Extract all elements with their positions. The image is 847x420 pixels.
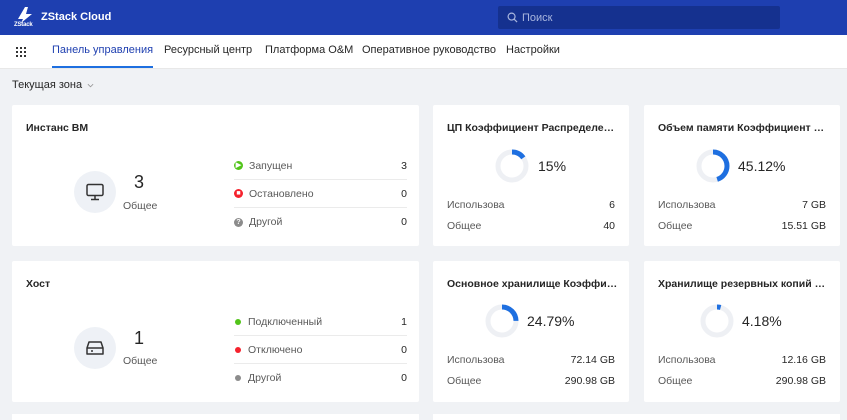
status-label: Другой: [248, 372, 282, 384]
next-card-edge: [433, 414, 840, 420]
used-label: Использова: [658, 354, 716, 366]
status-value: 3: [401, 159, 407, 172]
card-title: ЦП Коэффициент Распределения: [447, 122, 619, 134]
cpu-used-row: Использова 6: [447, 199, 615, 211]
memory-total-row: Общее 15.51 GB: [658, 220, 826, 232]
other-dot-icon: [235, 375, 241, 381]
status-row-other[interactable]: ? Другой 0: [234, 208, 407, 236]
memory-percent: 45.12%: [738, 158, 786, 174]
used-label: Использова: [447, 199, 505, 211]
memory-usage-ring: [696, 149, 730, 183]
vm-icon-circle: [74, 171, 116, 213]
connected-dot-icon: [235, 318, 241, 325]
search-input[interactable]: [522, 11, 772, 24]
host-total-label: Общее: [123, 355, 158, 367]
used-label: Использова: [447, 354, 505, 366]
status-label: Другой: [249, 216, 283, 228]
total-label: Общее: [447, 220, 482, 232]
primary-storage-total-row: Общее 290.98 GB: [447, 375, 615, 387]
vm-instance-card[interactable]: Инстанс ВМ 3 Общее ▶ Запущен 3 ■ Остановле…: [12, 105, 419, 246]
primary-storage-card[interactable]: Основное хранилище Коэффиц... 24.79% Исп…: [433, 261, 629, 402]
nav-tab-settings[interactable]: Настройки: [506, 35, 560, 68]
total-value: 15.51 GB: [781, 220, 826, 232]
backup-storage-total-row: Общее 290.98 GB: [658, 375, 826, 387]
chevron-down-icon: [87, 83, 94, 87]
backup-storage-percent: 4.18%: [742, 313, 782, 329]
primary-storage-used-row: Использова 72.14 GB: [447, 354, 615, 366]
status-label: Отключено: [248, 343, 303, 356]
backup-storage-used-row: Использова 12.16 GB: [658, 354, 826, 366]
status-value: 0: [401, 216, 407, 228]
total-value: 40: [603, 220, 615, 232]
card-title: Хранилище резервных копий И...: [658, 278, 830, 290]
memory-allocation-card[interactable]: Объем памяти Коэффициент Ра... 45.12% Ис…: [644, 105, 840, 246]
status-label: Остановлено: [249, 187, 314, 200]
status-label: Запущен: [249, 159, 293, 172]
status-row-disconnected[interactable]: Отключено 0: [234, 336, 407, 364]
used-value: 72.14 GB: [570, 354, 615, 366]
primary-storage-usage-ring: [485, 304, 519, 338]
zone-selector[interactable]: Текущая зона: [12, 79, 94, 91]
nav-tab-platform-om[interactable]: Платформа O&M: [265, 35, 353, 68]
total-label: Общее: [658, 375, 693, 387]
apps-grid-icon[interactable]: [15, 46, 27, 58]
status-value: 1: [401, 315, 407, 328]
total-value: 290.98 GB: [564, 375, 615, 387]
used-label: Использова: [658, 199, 716, 211]
primary-storage-percent: 24.79%: [527, 313, 575, 329]
vm-total-label: Общее: [123, 200, 158, 212]
host-card[interactable]: Хост 1 Общее Подключенный 1 Отключено 0 …: [12, 261, 419, 402]
card-title: Основное хранилище Коэффиц...: [447, 278, 619, 290]
total-value: 290.98 GB: [775, 375, 826, 387]
total-label: Общее: [447, 375, 482, 387]
total-label: Общее: [658, 220, 693, 232]
cpu-usage-ring: [495, 149, 529, 183]
nav-tab-dashboard[interactable]: Панель управления: [52, 35, 154, 68]
search-icon: [507, 12, 518, 23]
used-value: 7 GB: [802, 199, 826, 211]
status-value: 0: [401, 187, 407, 200]
server-icon: [86, 341, 104, 355]
monitor-icon: [86, 183, 104, 201]
cpu-percent: 15%: [538, 158, 567, 174]
card-title: Объем памяти Коэффициент Ра...: [658, 122, 830, 134]
used-value: 12.16 GB: [781, 354, 826, 366]
global-search[interactable]: [498, 6, 780, 29]
brand-name[interactable]: ZStack Cloud: [41, 11, 111, 23]
vm-total-count: 3: [134, 172, 145, 192]
backup-storage-card[interactable]: Хранилище резервных копий И... 4.18% Исп…: [644, 261, 840, 402]
logo-subtext: ZStack: [14, 22, 33, 28]
backup-storage-usage-ring: [700, 304, 734, 338]
status-value: 0: [401, 343, 407, 356]
top-header: ZStack ZStack Cloud: [0, 0, 847, 35]
status-row-stopped[interactable]: ■ Остановлено 0: [234, 180, 407, 208]
host-total-count: 1: [134, 328, 145, 348]
memory-used-row: Использова 7 GB: [658, 199, 826, 211]
play-icon: ▶: [234, 161, 243, 170]
zone-label: Текущая зона: [12, 79, 83, 91]
host-icon-circle: [74, 327, 116, 369]
status-row-running[interactable]: ▶ Запущен 3: [234, 152, 407, 180]
status-row-connected[interactable]: Подключенный 1: [234, 308, 407, 336]
status-label: Подключенный: [248, 315, 323, 328]
status-row-other[interactable]: Другой 0: [234, 364, 407, 392]
nav-tab-operation-guide[interactable]: Оперативное руководство: [362, 35, 496, 68]
question-icon: ?: [234, 217, 243, 227]
card-title: Хост: [26, 278, 51, 290]
nav-tab-resource-center[interactable]: Ресурсный центр: [164, 35, 252, 68]
used-value: 6: [609, 199, 615, 211]
main-nav: Панель управления Ресурсный центр Платфо…: [0, 35, 847, 69]
card-title: Инстанс ВМ: [26, 122, 89, 134]
cpu-allocation-card[interactable]: ЦП Коэффициент Распределения 15% Использ…: [433, 105, 629, 246]
stop-icon: ■: [234, 189, 243, 198]
disconnected-dot-icon: [235, 346, 241, 353]
next-card-edge: [12, 414, 419, 420]
status-value: 0: [401, 372, 407, 384]
cpu-total-row: Общее 40: [447, 220, 615, 232]
